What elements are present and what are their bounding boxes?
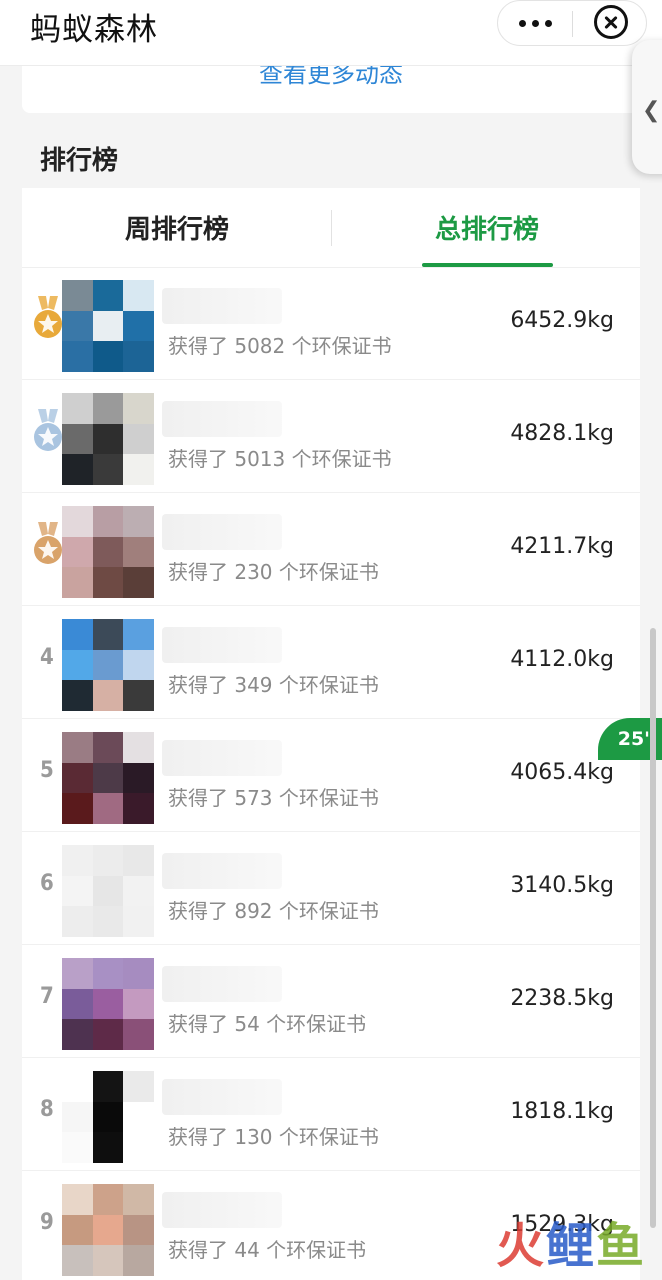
- medal-icon: [32, 409, 64, 453]
- close-icon[interactable]: [594, 5, 628, 39]
- energy-amount: 4112.0kg: [510, 647, 614, 672]
- activity-card: 查看更多动态: [22, 66, 640, 113]
- energy-amount: 4065.4kg: [510, 760, 614, 785]
- chevron-left-icon: ❮: [642, 98, 661, 123]
- medal-icon: [32, 296, 64, 340]
- leaderboard-row[interactable]: 5 获得了 573 个环保证书 4065.4kg: [22, 720, 640, 832]
- leaderboard-row[interactable]: 4 获得了 349 个环保证书 4112.0kg: [22, 607, 640, 719]
- leaderboard-row[interactable]: 获得了 230 个环保证书 4211.7kg: [22, 494, 640, 606]
- certificate-count: 获得了 44 个环保证书: [168, 1238, 367, 1262]
- dot-icon: [544, 19, 552, 27]
- rank-number: 5: [40, 758, 54, 783]
- energy-amount: 4211.7kg: [510, 534, 614, 559]
- certificate-count: 获得了 349 个环保证书: [168, 673, 379, 697]
- tab-total[interactable]: 总排行榜: [402, 188, 572, 266]
- energy-amount: 2238.5kg: [510, 986, 614, 1011]
- certificate-count: 获得了 573 个环保证书: [168, 786, 379, 810]
- energy-amount: 4828.1kg: [510, 421, 614, 446]
- certificate-count: 获得了 5082 个环保证书: [168, 334, 392, 358]
- blurred-username: [162, 1192, 282, 1228]
- rank-number: 4: [40, 645, 54, 670]
- mini-program-capsule: [497, 0, 647, 46]
- tab-weekly[interactable]: 周排行榜: [62, 188, 292, 266]
- blurred-username: [162, 514, 282, 550]
- blurred-username: [162, 1079, 282, 1115]
- certificate-count: 获得了 130 个环保证书: [168, 1125, 379, 1149]
- capsule-divider: [572, 11, 573, 37]
- blurred-username: [162, 853, 282, 889]
- view-more-activity-link[interactable]: 查看更多动态: [22, 66, 640, 89]
- avatar[interactable]: [62, 732, 154, 824]
- blurred-username: [162, 966, 282, 1002]
- certificate-count: 获得了 892 个环保证书: [168, 899, 379, 923]
- avatar[interactable]: [62, 280, 154, 372]
- avatar[interactable]: [62, 619, 154, 711]
- rank-number: 8: [40, 1097, 54, 1122]
- rank-number: 7: [40, 984, 54, 1009]
- watermark-logo: 火鲤鱼: [496, 1206, 646, 1276]
- energy-amount: 1818.1kg: [510, 1099, 614, 1124]
- section-title: 排行榜: [40, 146, 119, 176]
- blurred-username: [162, 401, 282, 437]
- avatar[interactable]: [62, 845, 154, 937]
- certificate-count: 获得了 54 个环保证书: [168, 1012, 367, 1036]
- leaderboard-row[interactable]: 获得了 5013 个环保证书 4828.1kg: [22, 381, 640, 493]
- avatar[interactable]: [62, 393, 154, 485]
- leaderboard-card: 周排行榜 总排行榜 获得了 5082 个环保证书 6452.9kg 获得了 5013…: [22, 188, 640, 1280]
- certificate-count: 获得了 230 个环保证书: [168, 560, 379, 584]
- watermark-char: 火: [496, 1218, 547, 1274]
- scrollbar[interactable]: [650, 628, 656, 1228]
- side-drawer-handle[interactable]: ❮: [632, 40, 662, 174]
- blurred-username: [162, 627, 282, 663]
- watermark-char: 鲤: [546, 1218, 597, 1274]
- leaderboard-row[interactable]: 获得了 5082 个环保证书 6452.9kg: [22, 268, 640, 380]
- dot-icon: [531, 19, 539, 27]
- rank-number: 9: [40, 1210, 54, 1235]
- leaderboard-row[interactable]: 6 获得了 892 个环保证书 3140.5kg: [22, 833, 640, 945]
- blurred-username: [162, 288, 282, 324]
- page-title: 蚂蚁森林: [30, 12, 158, 48]
- avatar[interactable]: [62, 506, 154, 598]
- more-menu-button[interactable]: [498, 1, 572, 45]
- leaderboard-row[interactable]: 8 获得了 130 个环保证书 1818.1kg: [22, 1059, 640, 1171]
- tab-divider: [331, 210, 332, 246]
- avatar[interactable]: [62, 1071, 154, 1163]
- certificate-count: 获得了 5013 个环保证书: [168, 447, 392, 471]
- leaderboard-tabs: 周排行榜 总排行榜: [22, 188, 640, 268]
- watermark-char: 鱼: [596, 1218, 647, 1274]
- active-tab-indicator: [422, 263, 553, 267]
- energy-amount: 3140.5kg: [510, 873, 614, 898]
- leaderboard-row[interactable]: 7 获得了 54 个环保证书 2238.5kg: [22, 946, 640, 1058]
- dot-icon: [518, 19, 526, 27]
- blurred-username: [162, 740, 282, 776]
- nav-bar: 蚂蚁森林: [0, 0, 662, 66]
- avatar[interactable]: [62, 1184, 154, 1276]
- rank-number: 6: [40, 871, 54, 896]
- medal-icon: [32, 522, 64, 566]
- avatar[interactable]: [62, 958, 154, 1050]
- energy-amount: 6452.9kg: [510, 308, 614, 333]
